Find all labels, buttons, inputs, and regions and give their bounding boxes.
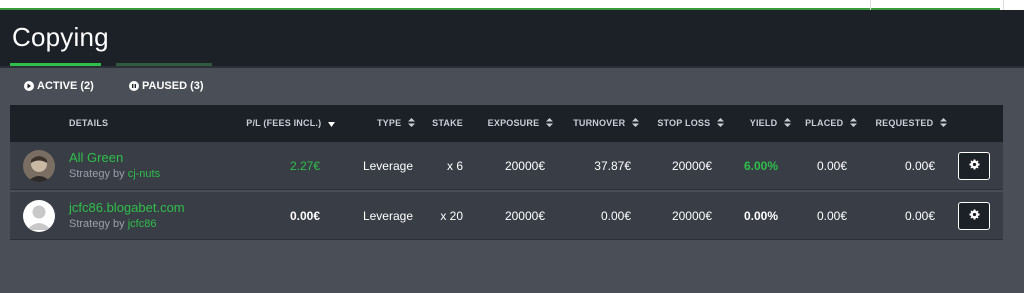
turnover-value: 0.00€ bbox=[600, 209, 631, 223]
filter-paused[interactable]: PAUSED (3) bbox=[129, 80, 204, 92]
column-header-requested[interactable]: REQUESTED bbox=[875, 118, 947, 129]
top-divider bbox=[1003, 0, 1004, 10]
column-header-pl[interactable]: P/L (FEES INCL.) bbox=[246, 118, 335, 129]
table-row: jcfc86.blogabet.com Strategy by jcfc86 0… bbox=[10, 192, 1003, 240]
column-header-yield[interactable]: YIELD bbox=[750, 118, 791, 129]
sort-icon bbox=[717, 118, 724, 129]
column-header-exposure[interactable]: EXPOSURE bbox=[488, 118, 553, 129]
strategy-name-link[interactable]: All Green bbox=[69, 150, 123, 165]
pause-circle-icon bbox=[129, 81, 139, 91]
strategy-user-link[interactable]: cj-nuts bbox=[128, 168, 160, 180]
stop-loss-value: 20000€ bbox=[671, 209, 712, 223]
exposure-value: 20000€ bbox=[504, 209, 545, 223]
filter-active-label: ACTIVE (2) bbox=[37, 80, 94, 92]
strategy-name-link[interactable]: jcfc86.blogabet.com bbox=[69, 200, 185, 215]
yield-value: 0.00% bbox=[743, 209, 778, 223]
avatar bbox=[23, 200, 55, 232]
column-header-placed[interactable]: PLACED bbox=[805, 118, 857, 129]
settings-button[interactable] bbox=[958, 202, 990, 230]
avatar bbox=[23, 150, 55, 182]
column-header-requested-label: REQUESTED bbox=[875, 118, 934, 128]
sort-icon bbox=[408, 118, 415, 129]
column-header-pl-label: P/L (FEES INCL.) bbox=[246, 118, 322, 128]
page-title: Copying bbox=[12, 22, 109, 52]
turnover-value: 37.87€ bbox=[594, 159, 631, 173]
top-divider bbox=[870, 0, 871, 10]
requested-value: 0.00€ bbox=[904, 159, 935, 173]
column-header-type-label: TYPE bbox=[376, 118, 402, 128]
stop-loss-value: 20000€ bbox=[671, 159, 712, 173]
type-value: Leverage bbox=[362, 209, 413, 223]
exposure-value: 20000€ bbox=[504, 159, 545, 173]
strategy-user-link[interactable]: jcfc86 bbox=[128, 218, 157, 230]
top-strip bbox=[0, 0, 1024, 10]
type-value: Leverage bbox=[362, 159, 413, 173]
strategy-byline: Strategy by cj-nuts bbox=[69, 168, 160, 180]
column-header-exposure-label: EXPOSURE bbox=[487, 118, 540, 128]
stake-value: x 20 bbox=[440, 209, 463, 223]
sort-desc-icon bbox=[328, 119, 335, 129]
page-header: Copying bbox=[0, 10, 1024, 66]
column-header-turnover-label: TURNOVER bbox=[573, 118, 626, 128]
sort-icon bbox=[850, 118, 857, 129]
filter-active[interactable]: ACTIVE (2) bbox=[24, 80, 94, 92]
yield-value: 6.00% bbox=[743, 159, 778, 173]
strategy-prefix: Strategy by bbox=[69, 168, 128, 180]
gear-icon bbox=[968, 207, 980, 225]
settings-button[interactable] bbox=[958, 152, 990, 180]
placed-value: 0.00€ bbox=[816, 209, 847, 223]
column-header-details: DETAILS bbox=[69, 118, 109, 128]
gear-icon bbox=[968, 157, 980, 175]
copying-table: DETAILS P/L (FEES INCL.) TYPE STAKE EXPO… bbox=[10, 105, 1003, 241]
sort-icon bbox=[784, 118, 791, 129]
column-header-placed-label: PLACED bbox=[805, 118, 844, 128]
requested-value: 0.00€ bbox=[904, 209, 935, 223]
column-header-turnover[interactable]: TURNOVER bbox=[573, 118, 639, 129]
pl-value: 2.27€ bbox=[289, 159, 320, 173]
pl-value: 0.00€ bbox=[289, 209, 320, 223]
column-header-yield-label: YIELD bbox=[749, 118, 778, 128]
sort-icon bbox=[546, 118, 553, 129]
sort-icon bbox=[940, 118, 947, 129]
stake-value: x 6 bbox=[446, 159, 463, 173]
strategy-byline: Strategy by jcfc86 bbox=[69, 218, 156, 230]
table-row: All Green Strategy by cj-nuts 2.27€ Leve… bbox=[10, 142, 1003, 190]
play-circle-icon bbox=[24, 81, 34, 91]
column-header-stop-loss-label: STOP LOSS bbox=[657, 118, 711, 128]
column-header-stake: STAKE bbox=[432, 118, 463, 128]
filter-bar: ACTIVE (2) PAUSED (3) bbox=[0, 68, 1024, 106]
sort-icon bbox=[632, 118, 639, 129]
column-header-stop-loss[interactable]: STOP LOSS bbox=[657, 118, 724, 129]
column-header-type[interactable]: TYPE bbox=[377, 118, 415, 129]
table-header: DETAILS P/L (FEES INCL.) TYPE STAKE EXPO… bbox=[10, 105, 1003, 142]
strategy-prefix: Strategy by bbox=[69, 218, 128, 230]
placed-value: 0.00€ bbox=[816, 159, 847, 173]
filter-paused-label: PAUSED (3) bbox=[142, 80, 204, 92]
